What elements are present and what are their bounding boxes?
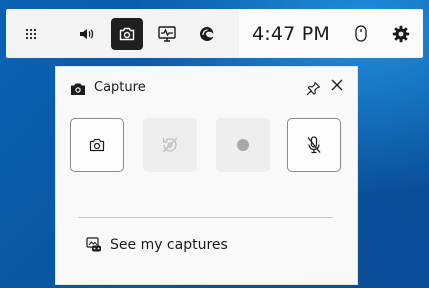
see-my-captures-label: See my captures	[110, 237, 228, 253]
settings-button[interactable]	[385, 18, 417, 50]
widget-menu-icon	[25, 28, 37, 39]
divider	[78, 217, 333, 218]
capture-button[interactable]	[111, 17, 143, 50]
gallery-icon	[86, 237, 101, 252]
record-last-30s-button[interactable]	[143, 118, 197, 172]
game-bar-status: 4:47 PM	[239, 9, 423, 58]
mic-toggle-button[interactable]	[287, 118, 341, 172]
record-dot-icon	[237, 139, 249, 151]
camera-icon	[89, 138, 105, 152]
audio-icon	[80, 28, 94, 39]
gear-icon	[392, 25, 410, 42]
performance-icon	[158, 25, 176, 42]
audio-button[interactable]	[71, 18, 103, 50]
mic-off-icon	[307, 136, 321, 154]
see-my-captures-link[interactable]: See my captures	[86, 237, 228, 253]
edge-button[interactable]	[191, 18, 223, 50]
camera-icon	[71, 83, 85, 95]
panel-title: Capture	[94, 80, 146, 95]
pin-icon[interactable]	[306, 81, 321, 96]
start-recording-button[interactable]	[216, 118, 270, 172]
record-last-disabled-icon	[162, 137, 178, 153]
capture-panel: Capture See my captures	[55, 66, 358, 285]
close-icon[interactable]	[331, 79, 343, 91]
edge-icon	[200, 26, 214, 41]
mouse-icon	[355, 25, 367, 42]
widget-menu-button[interactable]	[15, 18, 47, 50]
mouse-button[interactable]	[345, 18, 377, 50]
camera-icon	[119, 27, 135, 40]
screenshot-button[interactable]	[70, 118, 124, 172]
game-bar: 4:47 PM	[6, 9, 423, 58]
performance-button[interactable]	[151, 18, 183, 50]
game-bar-widgets	[6, 9, 239, 58]
clock-time: 4:47 PM	[252, 22, 330, 45]
